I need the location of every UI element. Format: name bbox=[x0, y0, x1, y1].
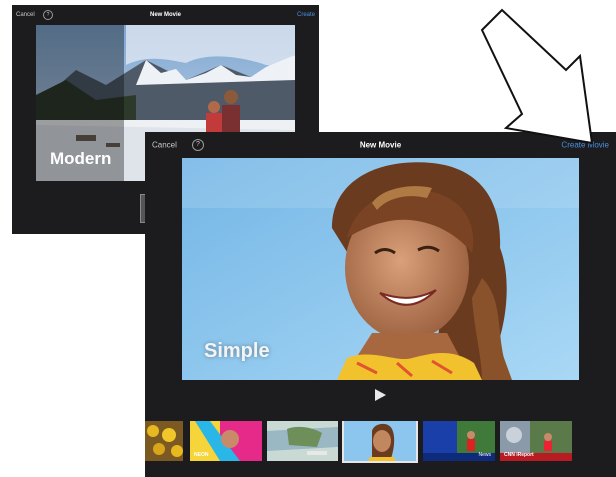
question-circle-icon[interactable]: ? bbox=[192, 139, 204, 151]
back-cancel-button[interactable]: Cancel bbox=[16, 12, 35, 18]
theme-thumbnail[interactable]: CNN iReport bbox=[500, 421, 572, 461]
theme-thumbnail-label: CNN iReport bbox=[504, 452, 534, 458]
question-circle-icon[interactable]: ? bbox=[43, 10, 53, 20]
play-icon[interactable] bbox=[373, 388, 387, 402]
theme-thumbnail-label: NEON bbox=[194, 452, 209, 458]
back-theme-name: Modern bbox=[50, 149, 112, 168]
window-title: New Movie bbox=[359, 140, 402, 150]
theme-thumbnail[interactable] bbox=[267, 421, 338, 461]
back-window-toolbar: Cancel ? New Movie Create bbox=[12, 5, 319, 25]
theme-thumbnail[interactable] bbox=[145, 421, 183, 461]
theme-thumbnail[interactable]: NEON bbox=[190, 421, 262, 461]
theme-preview[interactable]: Simple bbox=[182, 158, 579, 380]
arrow-down-right-icon bbox=[478, 2, 616, 148]
back-window-title: New Movie bbox=[149, 12, 182, 18]
theme-name: Simple bbox=[204, 340, 270, 362]
theme-thumbnail-selected[interactable] bbox=[342, 421, 418, 463]
cancel-button[interactable]: Cancel bbox=[152, 141, 177, 150]
theme-thumbnail-label: News bbox=[478, 452, 491, 458]
theme-thumbnail[interactable]: News bbox=[423, 421, 495, 461]
theme-picker: NEON News CNN iReport bbox=[145, 421, 616, 463]
back-create-button[interactable]: Create bbox=[297, 12, 315, 18]
front-new-movie-window: Cancel ? New Movie Create Movie Simple N… bbox=[145, 132, 616, 477]
